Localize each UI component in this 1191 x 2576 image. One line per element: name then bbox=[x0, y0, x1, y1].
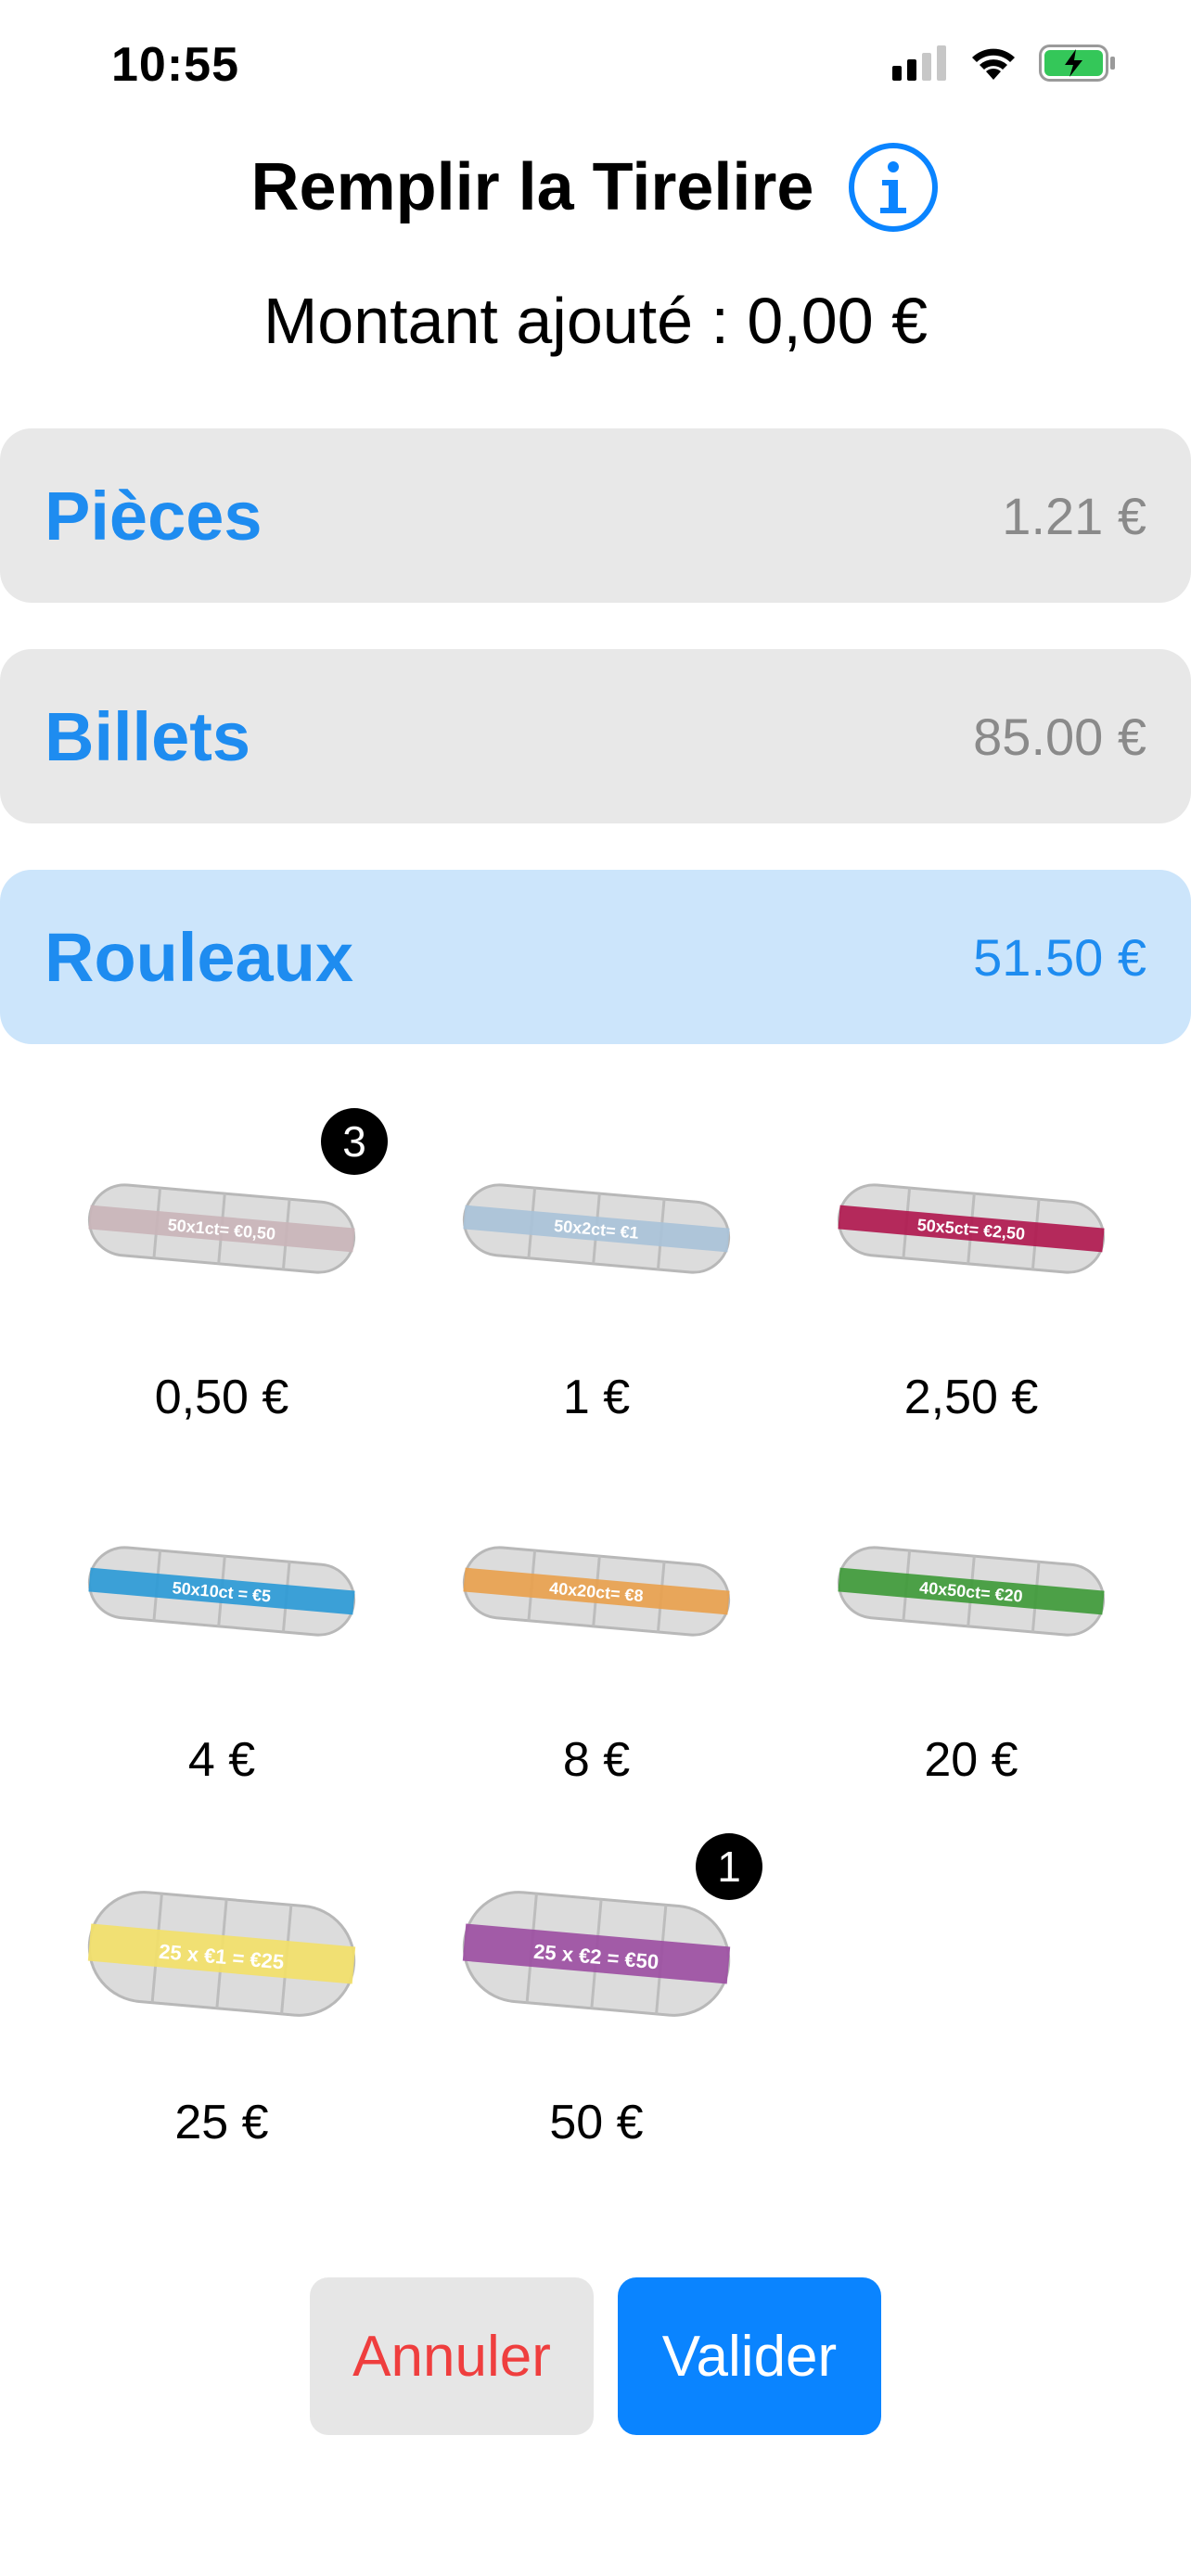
status-time: 10:55 bbox=[111, 38, 239, 92]
coin-roll-tile[interactable]: 25 x €1 = €25 25 € bbox=[69, 1833, 375, 2149]
quantity-badge: 1 bbox=[696, 1833, 762, 1900]
coin-roll-icon: 25 x €1 = €25 bbox=[87, 1891, 356, 2017]
coin-roll-tile[interactable]: 50x5ct= €2,50 2,50 € bbox=[818, 1108, 1124, 1424]
coin-roll-icon: 50x1ct= €0,50 bbox=[87, 1183, 356, 1274]
coin-roll-tile[interactable]: 40x20ct= €8 8 € bbox=[443, 1471, 749, 1787]
battery-charging-icon bbox=[1039, 45, 1115, 82]
coin-roll-icon: 50x5ct= €2,50 bbox=[837, 1183, 1106, 1274]
category-billets[interactable]: Billets 85.00 € bbox=[0, 649, 1191, 823]
wifi-icon bbox=[972, 48, 1015, 80]
cancel-button[interactable]: Annuler bbox=[310, 2277, 594, 2435]
category-pieces[interactable]: Pièces 1.21 € bbox=[0, 428, 1191, 603]
cellular-signal-icon bbox=[892, 45, 946, 81]
category-amount: 51.50 € bbox=[973, 927, 1146, 987]
added-amount: Montant ajouté : 0,00 € bbox=[263, 285, 928, 357]
coin-roll-tile[interactable]: 25 x €2 = €50 50 € 1 bbox=[443, 1833, 762, 2149]
roll-value-label: 1 € bbox=[562, 1371, 631, 1424]
page-title: Remplir la Tirelire bbox=[250, 150, 814, 224]
roll-value-label: 2,50 € bbox=[903, 1371, 1039, 1424]
roll-value-label: 20 € bbox=[924, 1733, 1018, 1787]
validate-button[interactable]: Valider bbox=[618, 2277, 881, 2435]
category-amount: 85.00 € bbox=[973, 707, 1146, 766]
info-icon[interactable] bbox=[847, 141, 940, 234]
category-label: Rouleaux bbox=[45, 918, 354, 996]
coin-roll-tile[interactable]: 40x50ct= €20 20 € bbox=[818, 1471, 1124, 1787]
app-screen: 10:55 Remplir la Tirelire Montant ajouté… bbox=[0, 0, 1191, 2576]
coin-roll-icon: 50x10ct = €5 bbox=[87, 1546, 356, 1637]
title-row: Remplir la Tirelire bbox=[0, 141, 1191, 234]
coin-roll-icon: 40x50ct= €20 bbox=[837, 1546, 1106, 1637]
roll-value-label: 0,50 € bbox=[154, 1371, 289, 1424]
coin-roll-icon: 50x2ct= €1 bbox=[462, 1183, 731, 1274]
category-rouleaux[interactable]: Rouleaux 51.50 € bbox=[0, 870, 1191, 1044]
roll-value-label: 4 € bbox=[187, 1733, 256, 1787]
coin-roll-icon: 40x20ct= €8 bbox=[462, 1546, 731, 1637]
roll-value-label: 50 € bbox=[549, 2096, 644, 2149]
roll-value-label: 25 € bbox=[174, 2096, 269, 2149]
coin-roll-tile[interactable]: 50x10ct = €5 4 € bbox=[69, 1471, 375, 1787]
category-amount: 1.21 € bbox=[1002, 486, 1146, 545]
roll-value-label: 8 € bbox=[562, 1733, 631, 1787]
coin-roll-tile[interactable]: 50x1ct= €0,50 0,50 € 3 bbox=[69, 1108, 388, 1424]
status-icons bbox=[892, 45, 1117, 82]
coin-roll-icon: 25 x €2 = €50 bbox=[462, 1891, 731, 2017]
quantity-badge: 3 bbox=[321, 1108, 388, 1175]
category-label: Billets bbox=[45, 697, 251, 775]
coin-roll-tile[interactable]: 50x2ct= €1 1 € bbox=[443, 1108, 749, 1424]
category-label: Pièces bbox=[45, 477, 263, 555]
